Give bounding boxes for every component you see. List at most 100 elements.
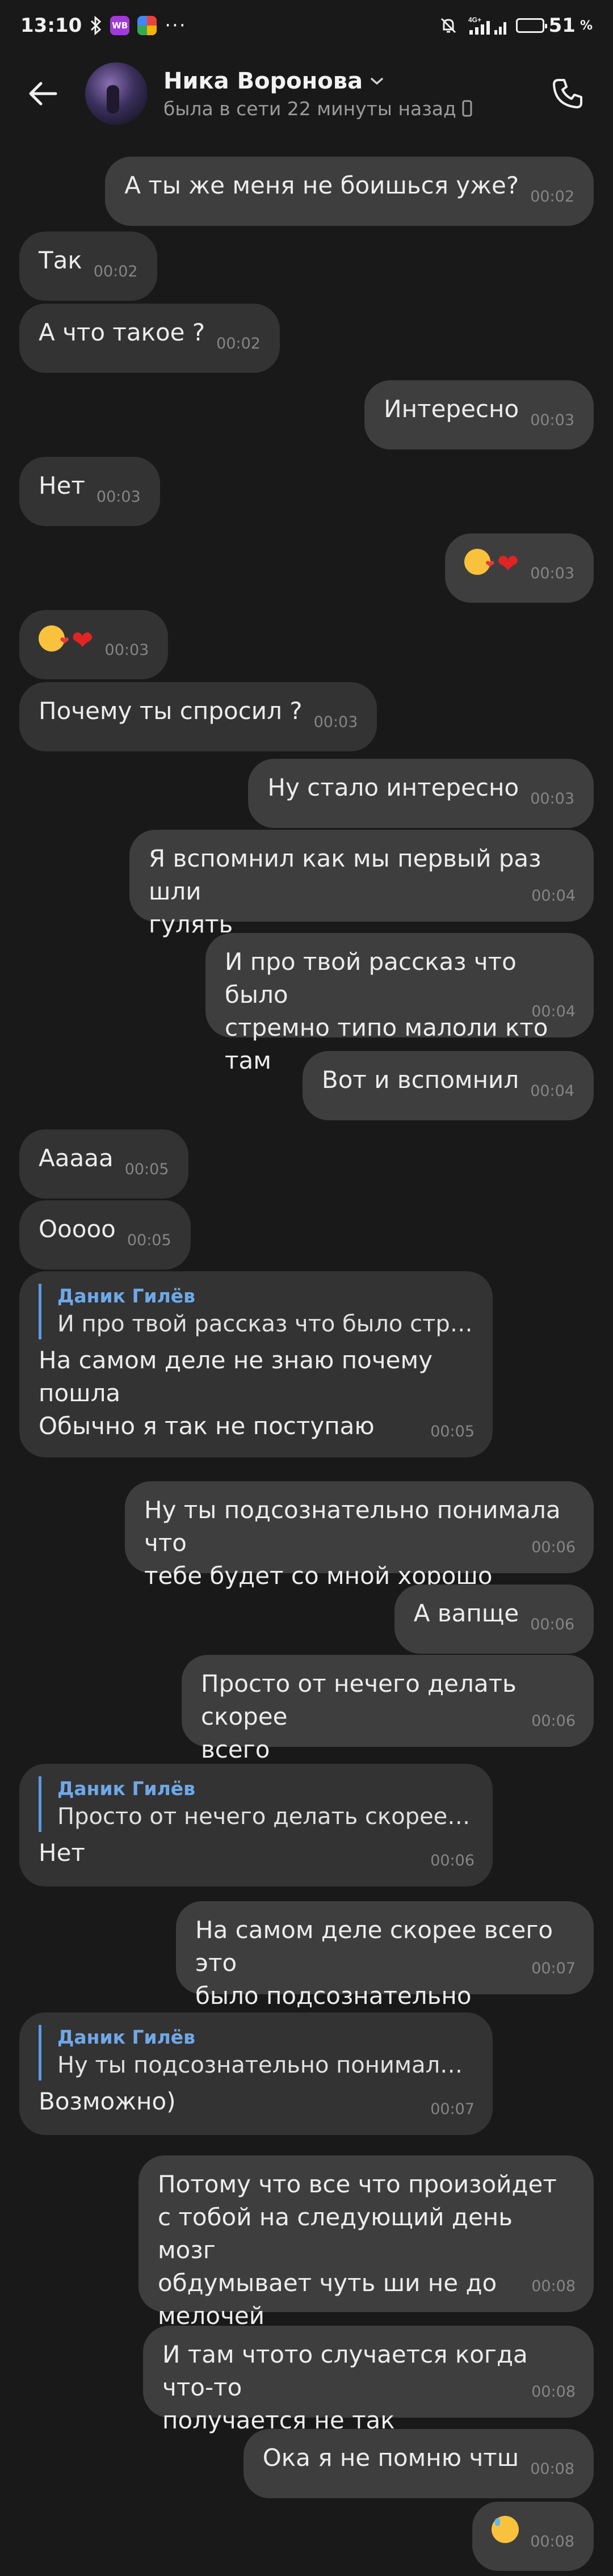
bluetooth-icon — [90, 16, 102, 35]
message-incoming[interactable]: Ооооо 00:05 — [19, 1200, 191, 1270]
chat-header: Ника Воронова была в сети 22 минуты наза… — [0, 51, 613, 136]
message-outgoing[interactable]: 00:08 — [472, 2502, 594, 2571]
message-text: Почему ты спросил ? — [39, 697, 303, 725]
message-text: А вапще — [413, 1599, 519, 1627]
svg-text:4G+: 4G+ — [468, 16, 481, 24]
message-text: А что такое ? — [39, 318, 205, 346]
message-time: 00:03 — [104, 641, 149, 659]
message-outgoing[interactable]: На самом деле скорее всего это было подс… — [176, 1901, 594, 2010]
message-outgoing[interactable]: Ока я не помню чтш 00:08 — [243, 2429, 594, 2498]
message-outgoing[interactable]: И там чтото случается когда что-то получ… — [143, 2326, 594, 2434]
message-time: 00:08 — [530, 2533, 574, 2550]
chevron-down-icon — [371, 77, 383, 85]
reply-text: И про твой рассказ что было стремн… — [57, 1311, 473, 1337]
message-outgoing[interactable]: Ну стало интересно 00:03 — [248, 759, 594, 828]
message-time: 00:08 — [531, 2277, 576, 2295]
message-time: 00:03 — [530, 411, 574, 429]
sweat-smile-emoji — [492, 2516, 519, 2543]
message-outgoing[interactable]: Я вспомнил как мы первый раз шли гулять 0… — [129, 830, 594, 938]
mobile-device-icon — [462, 100, 472, 117]
reply-quote[interactable]: Даник Гилёв Просто от нечего делать скор… — [39, 1776, 473, 1832]
message-time: 00:06 — [531, 1712, 576, 1730]
battery-indicator: 51% — [515, 14, 593, 37]
message-outgoing[interactable]: И про твой рассказ что было стремно типо… — [205, 933, 594, 1074]
reply-author: Даник Гилёв — [57, 2026, 196, 2048]
reply-author: Даник Гилёв — [57, 1285, 196, 1307]
message-text: На самом деле не знаю почему пошла Обычн… — [39, 1346, 433, 1440]
message-text: И там чтото случается когда что-то получ… — [162, 2340, 528, 2434]
message-text: Ну ты подсознательно понимала что тебе б… — [144, 1496, 561, 1590]
message-time: 00:08 — [530, 2460, 574, 2478]
message-time: 00:03 — [530, 565, 574, 582]
message-outgoing[interactable]: А вапще 00:06 — [394, 1585, 594, 1654]
status-bar: 13:10 WB ··· 4G+ 51% — [0, 0, 613, 51]
pinwheel-app-icon — [137, 16, 157, 35]
message-time: 00:06 — [530, 1616, 574, 1633]
message-incoming[interactable]: ❤ 00:03 — [19, 610, 169, 679]
message-time: 00:03 — [530, 790, 574, 808]
kissing-heart-emoji — [464, 548, 495, 581]
message-incoming-reply[interactable]: Даник Гилёв Просто от нечего делать скор… — [19, 1764, 493, 1886]
message-text: Ока я не помню чтш — [262, 2444, 519, 2472]
message-time: 00:03 — [313, 713, 358, 731]
red-heart-emoji: ❤ — [72, 625, 94, 655]
message-outgoing[interactable]: ❤ 00:03 — [444, 533, 594, 603]
call-button[interactable] — [545, 71, 590, 116]
message-time: 00:04 — [530, 1082, 574, 1100]
message-time: 00:02 — [216, 335, 261, 352]
battery-icon — [515, 18, 547, 33]
message-time: 00:02 — [530, 188, 574, 205]
message-time: 00:05 — [430, 1423, 475, 1440]
status-time: 13:10 — [20, 14, 82, 37]
message-time: 00:05 — [127, 1232, 171, 1249]
avatar[interactable] — [85, 62, 148, 125]
message-incoming[interactable]: А что такое ? 00:02 — [19, 304, 280, 373]
message-outgoing[interactable]: Ну ты подсознательно понимала что тебе б… — [125, 1481, 594, 1590]
contact-status: была в сети 22 минуты назад — [163, 97, 456, 120]
more-dots-icon: ··· — [165, 14, 187, 37]
battery-unit: % — [580, 18, 593, 33]
wb-app-icon: WB — [110, 16, 130, 35]
message-text: Нет — [39, 1839, 85, 1867]
signal-4g-icon: 4G+ — [467, 15, 507, 36]
message-outgoing[interactable]: Просто от нечего делать скорее всего 00:0… — [182, 1655, 594, 1763]
reply-text: Просто от нечего делать скорее всего — [57, 1804, 473, 1830]
message-outgoing[interactable]: А ты же меня не боишься уже? 00:02 — [105, 157, 594, 226]
message-incoming[interactable]: Почему ты спросил ? 00:03 — [19, 682, 377, 751]
message-time: 00:07 — [430, 2100, 475, 2118]
message-text: Ну стало интересно — [267, 774, 519, 801]
message-text: Интересно — [384, 395, 519, 423]
arrow-left-icon — [29, 82, 57, 106]
message-outgoing[interactable]: Потому что все что произойдет с тобой на… — [138, 2155, 594, 2363]
message-text: На самом деле скорее всего это было подс… — [195, 1916, 553, 2010]
message-outgoing[interactable]: Вот и вспомнил 00:04 — [302, 1051, 594, 1120]
message-incoming[interactable]: Ааааа 00:05 — [19, 1129, 188, 1199]
message-incoming-reply[interactable]: Даник Гилёв И про твой рассказ что было … — [19, 1271, 493, 1457]
reply-quote[interactable]: Даник Гилёв И про твой рассказ что было … — [39, 1284, 473, 1339]
message-incoming-reply[interactable]: Даник Гилёв Ну ты подсознательно понимал… — [19, 2012, 493, 2135]
kissing-heart-emoji — [39, 624, 69, 657]
back-button[interactable] — [23, 74, 62, 114]
reply-author: Даник Гилёв — [57, 1777, 196, 1800]
message-time: 00:06 — [430, 1852, 475, 1869]
message-outgoing[interactable]: Интересно 00:03 — [364, 380, 594, 449]
message-time: 00:05 — [124, 1161, 169, 1178]
message-incoming[interactable]: Нет 00:03 — [19, 457, 160, 526]
reply-text: Ну ты подсознательно понимала чт… — [57, 2052, 473, 2078]
message-incoming[interactable]: Так 00:02 — [19, 232, 157, 301]
mute-icon — [439, 16, 458, 35]
message-text: Просто от нечего делать скорее всего — [201, 1670, 517, 1763]
message-text: А ты же меня не боишься уже? — [124, 171, 519, 199]
message-text: Нет — [39, 472, 85, 499]
message-text: Вот и вспомнил — [321, 1066, 519, 1094]
message-time: 00:06 — [531, 1539, 576, 1556]
message-text: Так — [39, 246, 82, 274]
red-heart-emoji: ❤ — [497, 548, 519, 579]
contact-info[interactable]: Ника Воронова была в сети 22 минуты наза… — [163, 68, 472, 120]
contact-name: Ника Воронова — [163, 68, 363, 94]
message-text: Возможно) — [39, 2087, 176, 2115]
message-time: 00:04 — [531, 1003, 576, 1020]
message-text: Я вспомнил как мы первый раз шли гулять — [149, 844, 541, 938]
message-time: 00:04 — [531, 887, 576, 905]
reply-quote[interactable]: Даник Гилёв Ну ты подсознательно понимал… — [39, 2025, 473, 2081]
